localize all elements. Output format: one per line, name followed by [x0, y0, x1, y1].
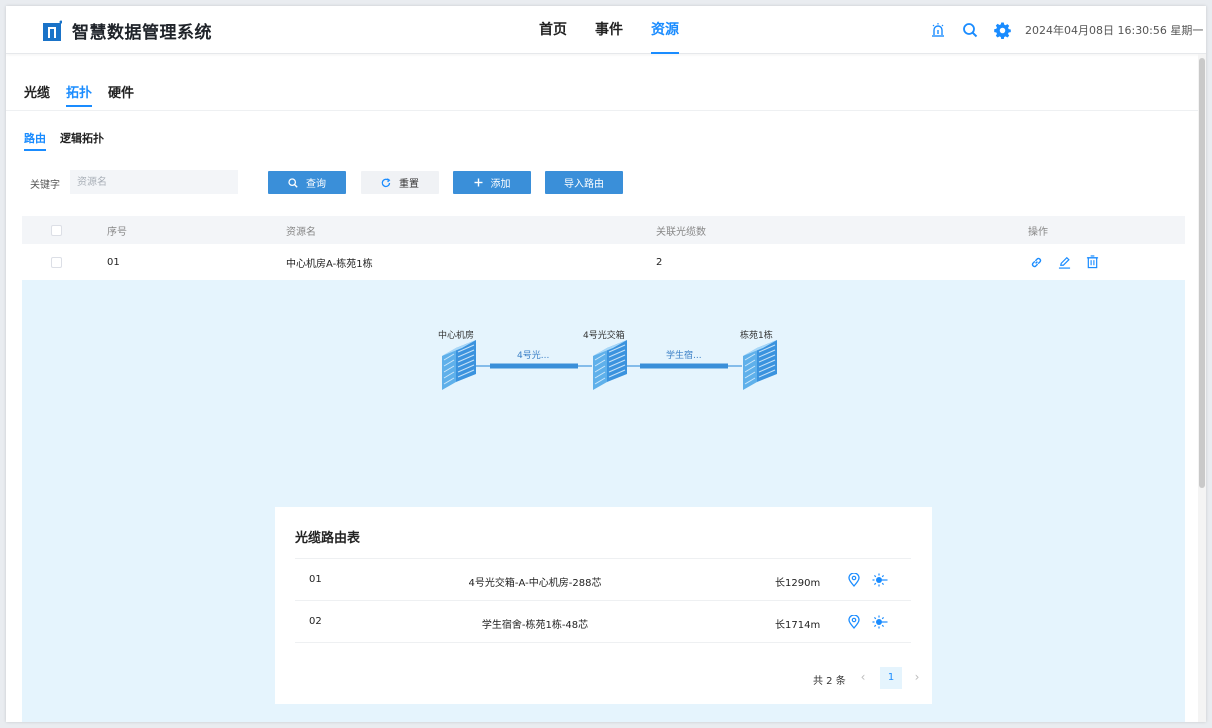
- refresh-icon: [381, 177, 391, 188]
- link-label-2[interactable]: 学生宿...: [666, 348, 702, 361]
- main-nav: 首页 事件 资源: [539, 6, 707, 54]
- app-title: 智慧数据管理系统: [72, 23, 212, 43]
- tab-cable[interactable]: 光缆: [24, 82, 50, 107]
- nav-home[interactable]: 首页: [539, 6, 567, 54]
- column-resource-name: 资源名: [286, 226, 316, 238]
- node-label-fiber-box: 4号光交箱: [583, 331, 625, 341]
- route-table-title: 光缆路由表: [295, 531, 361, 546]
- query-button[interactable]: 查询: [268, 171, 346, 194]
- link-label-1[interactable]: 4号光...: [517, 348, 549, 361]
- next-page-button[interactable]: ›: [909, 670, 925, 686]
- tab-topology[interactable]: 拓扑: [66, 82, 93, 107]
- tabs-divider: [6, 110, 1198, 111]
- tab-route[interactable]: 路由: [24, 130, 46, 151]
- route-length: 长1290m: [775, 578, 821, 589]
- page-scrollbar[interactable]: [1198, 54, 1206, 722]
- nav-events[interactable]: 事件: [595, 6, 623, 54]
- datetime: 2024年04月08日 16:30:56 星期一: [1025, 24, 1204, 37]
- node-label-building: 栋苑1栋: [740, 331, 773, 341]
- row-index: 01: [107, 256, 120, 268]
- alarm-icon[interactable]: [928, 20, 948, 40]
- add-label: 添加: [490, 179, 511, 190]
- import-route-button[interactable]: 导入路由: [545, 171, 623, 194]
- gear-icon[interactable]: [992, 20, 1012, 40]
- column-cable-count: 关联光缆数: [656, 226, 706, 238]
- location-pin-icon[interactable]: [846, 572, 862, 588]
- app-window: 智慧数据管理系统 首页 事件 资源 2024年04月08日 16:30:56 星…: [6, 6, 1206, 722]
- topology-subtabs: 路由 逻辑拓扑: [24, 130, 118, 151]
- header-icons: [928, 20, 1024, 40]
- logo-icon: [43, 20, 62, 41]
- reset-button[interactable]: 重置: [361, 171, 439, 194]
- cable-route-card: 光缆路由表 01 4号光交箱-A-中心机房-288芯 长1290m 02 学生宿…: [275, 507, 932, 704]
- link-bar-1: [490, 363, 578, 369]
- link-bar-2: [640, 363, 728, 369]
- route-name: 4号光交箱-A-中心机房-288芯: [468, 578, 602, 589]
- row-cable-count: 2: [656, 256, 663, 268]
- plus-icon: [474, 178, 483, 187]
- query-label: 查询: [306, 179, 326, 190]
- search-icon: [288, 177, 298, 188]
- search-icon[interactable]: [960, 20, 980, 40]
- reset-label: 重置: [399, 179, 419, 190]
- route-table-divider: [295, 642, 911, 643]
- pagination: 共 2 条 ‹ 1 ›: [295, 667, 932, 689]
- server-icon: [742, 339, 778, 391]
- tab-hardware[interactable]: 硬件: [108, 82, 134, 107]
- list-item[interactable]: 01 4号光交箱-A-中心机房-288芯 长1290m: [295, 558, 911, 600]
- prev-page-button[interactable]: ‹: [855, 670, 871, 686]
- topology-diagram: 中心机房 4号光交箱 栋苑1栋 4号光... 学生宿...: [22, 280, 1185, 420]
- column-actions: 操作: [1028, 226, 1048, 238]
- route-name: 学生宿舍-栋苑1栋-48芯: [481, 620, 589, 631]
- edit-icon[interactable]: [1056, 254, 1072, 270]
- node-label-center-room: 中心机房: [438, 331, 475, 341]
- table-row[interactable]: 01 中心机房A-栋苑1栋 2: [22, 244, 1185, 280]
- location-pin-icon[interactable]: [846, 614, 862, 630]
- list-item[interactable]: 02 学生宿舍-栋苑1栋-48芯 长1714m: [295, 600, 911, 642]
- keyword-input[interactable]: [70, 170, 238, 194]
- scrollbar-thumb[interactable]: [1199, 58, 1205, 488]
- row-checkbox[interactable]: [51, 244, 62, 280]
- server-icon: [441, 339, 477, 391]
- nav-resources[interactable]: 资源: [651, 6, 679, 54]
- route-length: 长1714m: [775, 620, 821, 631]
- topology-links: [441, 339, 778, 391]
- tab-logical-topology[interactable]: 逻辑拓扑: [60, 130, 104, 151]
- column-index: 序号: [107, 226, 127, 238]
- top-bar: 智慧数据管理系统 首页 事件 资源 2024年04月08日 16:30:56 星…: [6, 6, 1206, 54]
- resource-tabs: 光缆 拓扑 硬件: [24, 82, 150, 107]
- fiber-light-icon[interactable]: [872, 572, 888, 588]
- page-number-button[interactable]: 1: [880, 667, 902, 689]
- delete-icon[interactable]: [1084, 254, 1100, 270]
- keyword-label: 关键字: [30, 180, 60, 191]
- link-icon[interactable]: [1028, 254, 1044, 270]
- row-actions: [1028, 244, 1112, 280]
- add-button[interactable]: 添加: [453, 171, 531, 194]
- select-all-checkbox[interactable]: [51, 216, 62, 244]
- server-icon: [592, 339, 628, 391]
- row-resource-name: 中心机房A-栋苑1栋: [286, 258, 373, 270]
- table-header: 序号 资源名 关联光缆数 操作: [22, 216, 1185, 244]
- fiber-light-icon[interactable]: [872, 614, 888, 630]
- pagination-total: 共 2 条: [813, 676, 846, 687]
